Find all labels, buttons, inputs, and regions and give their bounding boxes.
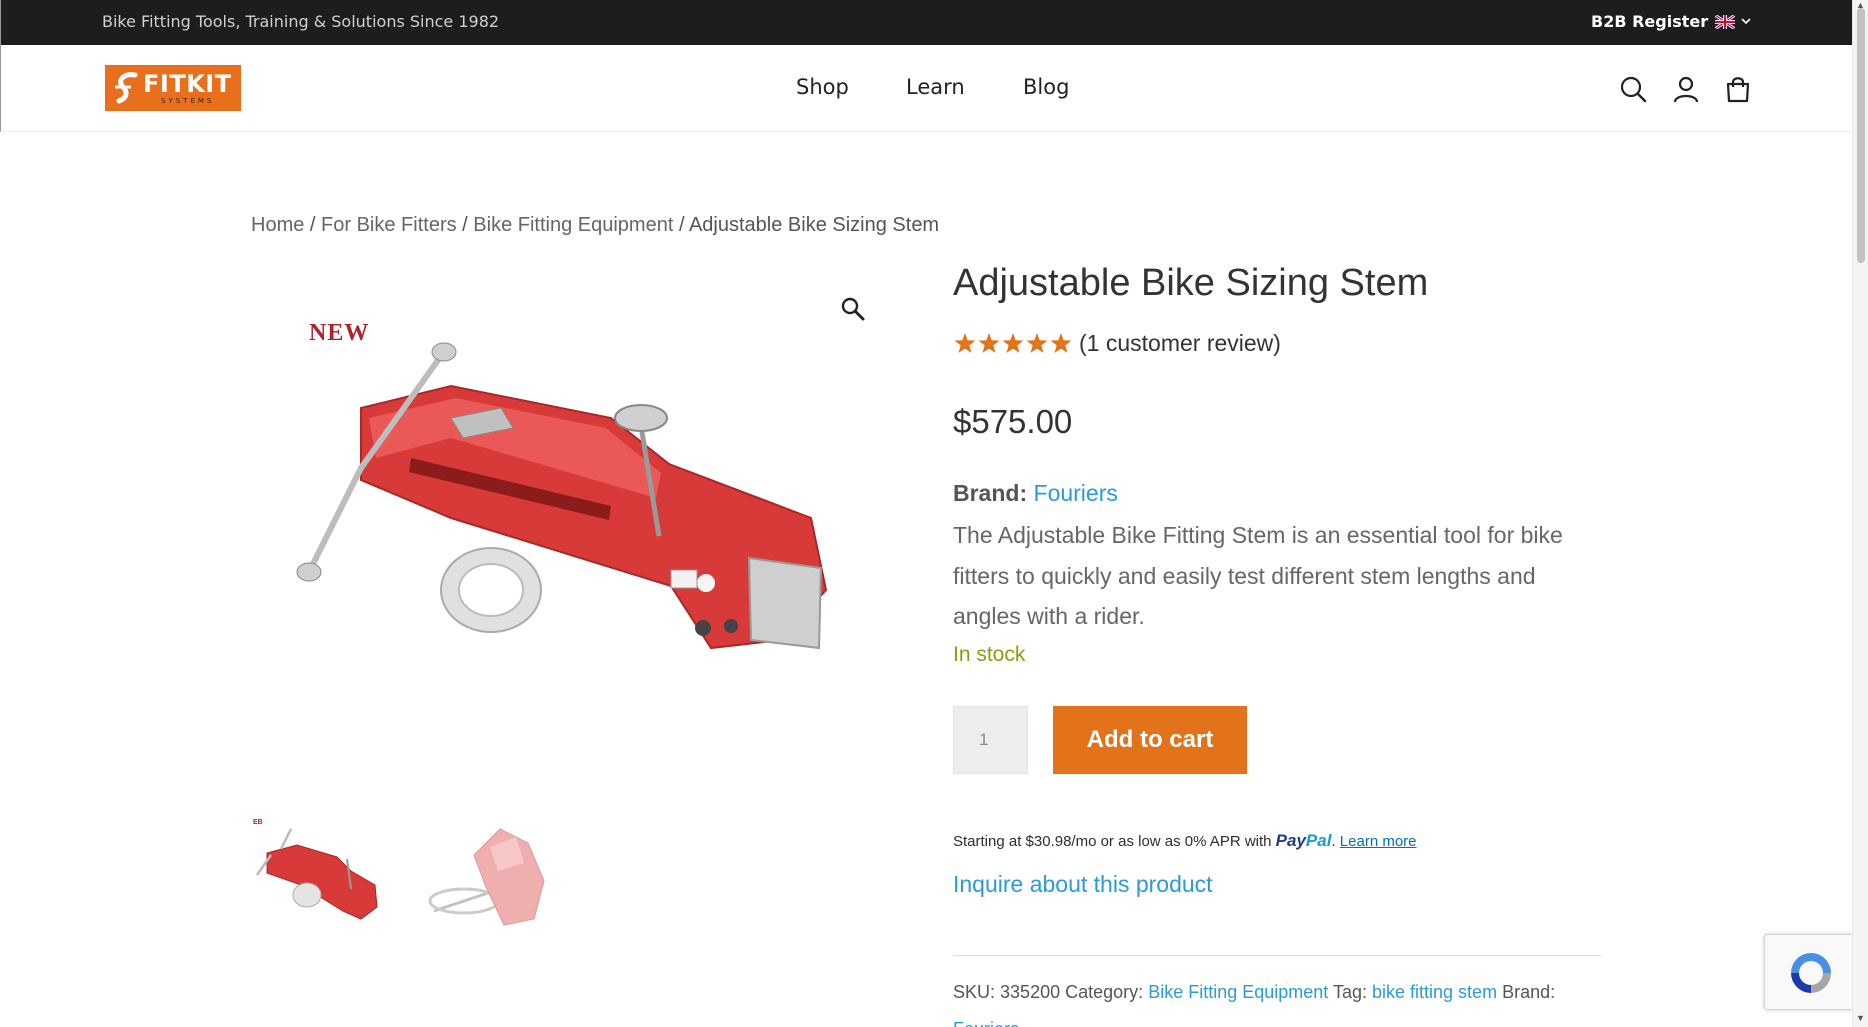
breadcrumb-separator: /: [456, 214, 474, 236]
product-price: $575.00: [953, 403, 1073, 440]
divider: [953, 955, 1601, 956]
star-icon: [978, 333, 1000, 353]
sku-label: SKU:: [953, 982, 996, 1002]
sku-value: 335200: [1000, 982, 1061, 1002]
uk-flag-icon[interactable]: [1715, 15, 1735, 29]
category-link[interactable]: Bike Fitting Equipment: [1148, 982, 1328, 1002]
scroll-thumb[interactable]: [1857, 8, 1865, 263]
paypal-message: Starting at $30.98/mo or as low as 0% AP…: [953, 831, 1417, 850]
logo-subtext: SYSTEMS: [161, 97, 215, 105]
scrollbar[interactable]: ▲ ▼: [1852, 0, 1868, 1027]
nav-learn[interactable]: Learn: [906, 75, 965, 99]
stock-status: In stock: [953, 643, 1026, 666]
brand-label: Brand:: [953, 480, 1028, 506]
recaptcha-badge[interactable]: [1764, 934, 1852, 1010]
new-badge: NEW: [309, 320, 369, 346]
product-thumbnail[interactable]: EB: [251, 815, 383, 933]
logo-text: FITKIT: [143, 70, 232, 98]
breadcrumb: Home / For Bike Fitters / Bike Fitting E…: [251, 214, 939, 237]
site-header: FITKIT SYSTEMS Shop Learn Blog: [0, 45, 1852, 132]
nav-shop[interactable]: Shop: [796, 75, 849, 99]
breadcrumb-for-bike-fitters[interactable]: For Bike Fitters: [321, 214, 457, 236]
brand-row: Brand: Fouriers: [953, 480, 1118, 507]
breadcrumb-home[interactable]: Home: [251, 214, 304, 236]
nav-blog[interactable]: Blog: [1023, 75, 1069, 99]
breadcrumb-bike-fitting-equipment[interactable]: Bike Fitting Equipment: [473, 214, 673, 236]
star-icon: [1002, 333, 1024, 353]
fitkit-logo[interactable]: FITKIT SYSTEMS: [105, 65, 241, 111]
chevron-down-icon[interactable]: [1739, 14, 1753, 28]
search-icon[interactable]: [1619, 75, 1647, 103]
inquire-link[interactable]: Inquire about this product: [953, 871, 1213, 898]
meta-brand-label: Brand:: [1502, 982, 1556, 1002]
customer-review-link[interactable]: (1 customer review): [1079, 330, 1281, 357]
category-label: Category:: [1065, 982, 1144, 1002]
quantity-input[interactable]: 1: [953, 706, 1028, 774]
product-main-image[interactable]: NEW: [251, 268, 879, 768]
top-bar-tagline: Bike Fitting Tools, Training & Solutions…: [102, 12, 500, 31]
breadcrumb-separator: /: [304, 214, 322, 236]
account-icon[interactable]: [1672, 75, 1700, 103]
product-thumbnail[interactable]: [424, 815, 556, 933]
star-icon: [1026, 333, 1048, 353]
brand-link[interactable]: Fouriers: [1034, 480, 1118, 506]
star-icon: [1050, 333, 1072, 353]
paypal-logo: PayPal: [1275, 831, 1332, 850]
tag-label: Tag:: [1332, 982, 1367, 1002]
scroll-down-icon[interactable]: ▼: [1856, 1013, 1865, 1023]
zoom-icon[interactable]: [840, 296, 866, 322]
top-bar: Bike Fitting Tools, Training & Solutions…: [0, 0, 1852, 45]
star-icon: [954, 333, 976, 353]
cart-icon[interactable]: [1724, 75, 1752, 103]
b2b-register-link[interactable]: B2B Register: [1591, 12, 1708, 31]
tag-link[interactable]: bike fitting stem: [1372, 982, 1497, 1002]
add-to-cart-button[interactable]: Add to cart: [1053, 706, 1247, 774]
product-meta: SKU: 335200 Category: Bike Fitting Equip…: [953, 974, 1603, 1027]
breadcrumb-current: Adjustable Bike Sizing Stem: [688, 214, 940, 236]
meta-brand-link[interactable]: Fouriers: [953, 1019, 1019, 1027]
svg-text:EB: EB: [253, 819, 263, 826]
product-title: Adjustable Bike Sizing Stem: [953, 262, 1429, 304]
product-description: The Adjustable Bike Fitting Stem is an e…: [953, 522, 1563, 629]
breadcrumb-separator: /: [673, 214, 689, 236]
paypal-text: Starting at $30.98/mo or as low as 0% AP…: [953, 833, 1272, 850]
fitkit-logo-mark-icon: [115, 72, 138, 104]
rating-stars: [954, 333, 1072, 353]
recaptcha-icon: [1791, 953, 1831, 993]
paypal-learn-more-link[interactable]: Learn more: [1340, 833, 1417, 850]
